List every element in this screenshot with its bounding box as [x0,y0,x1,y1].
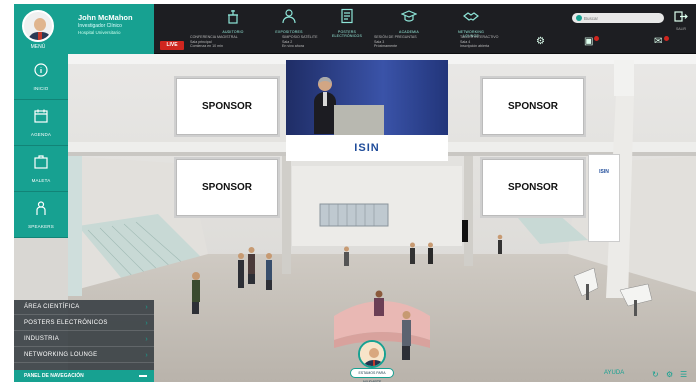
sidebar-item-agenda[interactable]: AGENDA [14,100,68,146]
event-logo: ISIN [354,142,380,154]
search-input[interactable] [584,13,660,23]
concierge-avatar [358,340,386,368]
live-badge: LIVE [160,41,184,50]
document-icon [341,8,353,24]
chat-icon[interactable]: ✉ [654,36,662,47]
speaker-figure [314,77,336,134]
menu-item-industry[interactable]: INDUSTRIA › [14,332,154,347]
briefcase-icon [34,155,48,169]
briefcase-icon[interactable]: ▣ [584,36,593,47]
nav-exhibitors[interactable]: EXPOSITORES [268,8,310,34]
avatar[interactable] [22,10,54,42]
bottom-controls: AYUDA ↻ ⚙ ☰ [604,368,696,382]
nav-posters[interactable]: POSTERS ELECTRÓNICOS [326,8,368,38]
chevron-right-icon: › [145,304,148,311]
menu-item-networking[interactable]: NETWORKING LOUNGE › [14,348,154,363]
auditorium-video-screen[interactable] [286,60,448,135]
minimize-icon [139,375,147,377]
top-bar: MENÚ John McMahon Investigador Clínico H… [14,4,696,54]
virtual-event-window: MENÚ John McMahon Investigador Clínico H… [14,4,696,382]
menu-item-posters[interactable]: POSTERS ELECTRÓNICOS › [14,316,154,331]
concierge-tag: ESTAMOS PARA AYUDARTE [350,368,394,382]
exit-label: SALIR [675,27,687,31]
handshake-icon [463,12,479,21]
ticker-item[interactable]: CONFERENCIA MAGISTRAL Sala principal Com… [190,35,288,49]
logout-icon [674,11,688,22]
podium-icon [228,10,238,24]
banner-logo: ISIN [599,169,609,175]
doctor-icon [282,9,296,24]
concierge-help[interactable]: ESTAMOS PARA AYUDARTE [350,340,394,382]
help-label[interactable]: AYUDA [604,370,624,376]
screen-logo-board: ISIN [286,135,448,161]
avatar-caption: MENÚ [30,44,46,50]
chevron-right-icon: › [145,352,148,359]
ticker-item[interactable]: SESIÓN DE PREGUNTAS Sala 3 Próximamente [374,35,472,49]
sponsor-panel-3[interactable]: SPONSOR [176,159,278,216]
chevron-right-icon: › [145,320,148,327]
search-box[interactable] [572,13,664,23]
group-icon[interactable]: ⚙ [536,36,545,47]
sponsor-panel-4[interactable]: SPONSOR [482,159,584,216]
user-org: Hospital Universitario [78,30,121,35]
exit-button[interactable]: SALIR [674,9,688,31]
mortar-icon [400,10,418,22]
sidebar-item-bag[interactable]: MALETA [14,146,68,192]
search-icon [576,15,582,21]
refresh-icon[interactable]: ↻ [652,370,659,379]
lobby-scene: ISIN SPONSOR SPONSOR SPONSOR SPONSOR ISI… [68,54,696,382]
sponsor-panel-1[interactable]: SPONSOR [176,78,278,135]
nav-networking[interactable]: NETWORKING LOUNGE [450,8,492,38]
menu-icon[interactable]: ☰ [680,370,687,379]
notification-badge [664,36,669,41]
sponsor-panel-2[interactable]: SPONSOR [482,78,584,135]
user-role: Investigador Clínico [78,23,122,29]
menu-item-scientific-area[interactable]: ÁREA CIENTÍFICA › [14,300,154,315]
info-icon [34,63,48,77]
user-profile[interactable]: MENÚ John McMahon Investigador Clínico H… [14,4,154,54]
quick-icons: ⚙ ▣ ✉ [536,34,686,52]
chevron-right-icon: › [145,336,148,343]
notification-badge [594,36,599,41]
calendar-icon [34,109,48,123]
nav-auditorium[interactable]: AUDITORIO [212,8,254,34]
sidebar-item-speakers[interactable]: SPEAKERS [14,192,68,238]
user-name: John McMahon [78,13,133,22]
ticker-item[interactable]: SIMPOSIO SATÉLITE Sala 2 En vivo ahora [282,35,380,49]
navigation-panel-toggle[interactable]: PANEL DE NAVEGACIÓN [14,370,154,382]
speaker-icon [36,201,46,215]
settings-icon[interactable]: ⚙ [666,370,673,379]
side-nav: INICIO AGENDA MALETA SPEAKERS [14,54,68,244]
event-banner: ISIN [588,154,620,242]
sidebar-item-home[interactable]: INICIO [14,54,68,100]
nav-academy[interactable]: ACADEMIA [388,8,430,34]
